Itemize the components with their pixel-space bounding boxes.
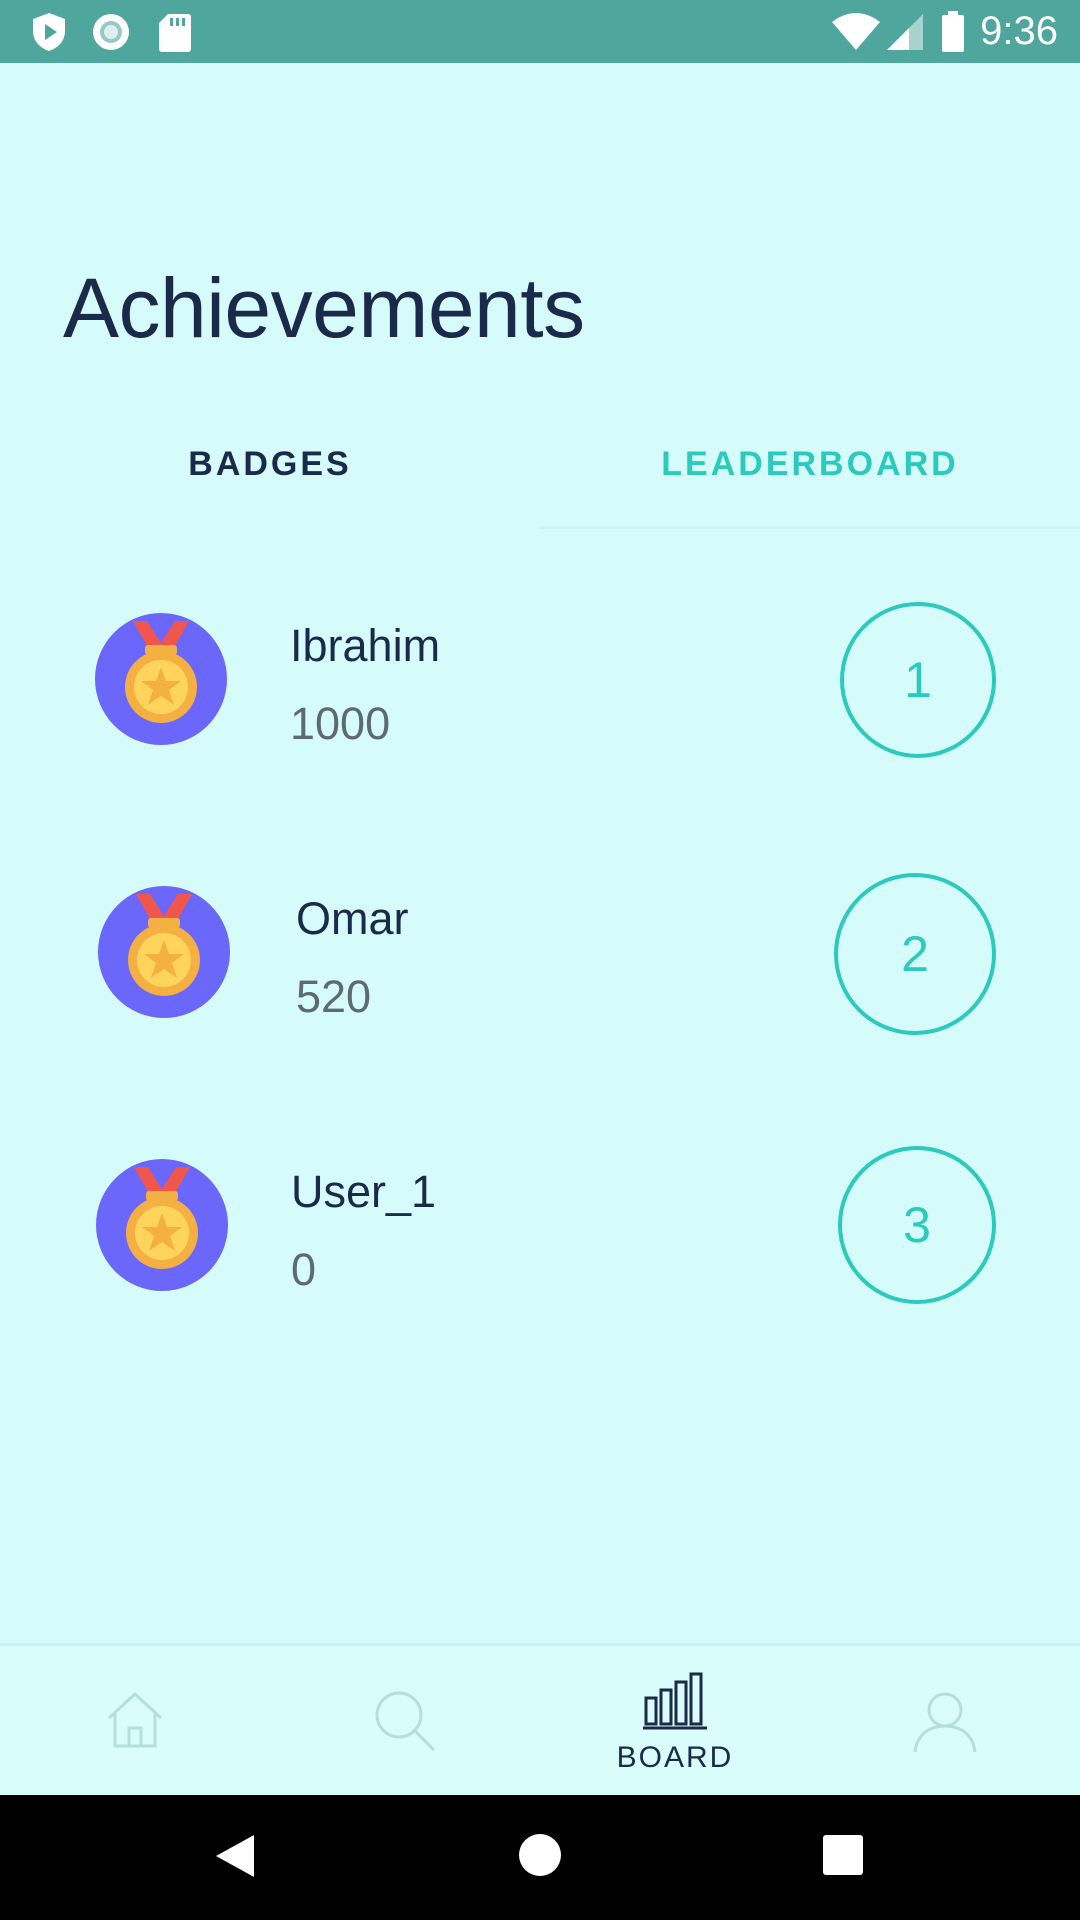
tab-active-indicator bbox=[540, 526, 1080, 529]
cell-signal-icon bbox=[884, 0, 926, 63]
wifi-icon bbox=[828, 0, 884, 63]
medal-icon bbox=[95, 613, 227, 745]
rank-badge: 3 bbox=[838, 1146, 996, 1304]
tab-badges[interactable]: BADGES bbox=[0, 445, 540, 484]
nav-board-label: BOARD bbox=[616, 1741, 734, 1774]
player-score: 1000 bbox=[290, 698, 391, 749]
nav-board[interactable]: BOARD bbox=[540, 1646, 810, 1796]
shield-play-icon bbox=[26, 0, 72, 63]
leaderboard-row[interactable]: Ibrahim 1000 1 bbox=[0, 600, 1080, 760]
player-name: Omar bbox=[296, 893, 409, 944]
nav-home[interactable] bbox=[0, 1646, 270, 1796]
rank-badge: 1 bbox=[840, 602, 996, 758]
nav-search[interactable] bbox=[270, 1646, 540, 1796]
player-name: User_1 bbox=[291, 1166, 437, 1217]
person-icon bbox=[912, 1690, 978, 1759]
home-circle-icon[interactable] bbox=[518, 1833, 562, 1882]
bottom-nav: BOARD bbox=[0, 1643, 1080, 1796]
search-icon bbox=[372, 1688, 438, 1759]
status-time: 9:36 bbox=[980, 9, 1058, 53]
home-icon bbox=[103, 1688, 167, 1755]
medal-icon bbox=[96, 1159, 228, 1291]
bar-chart-icon bbox=[643, 1670, 707, 1735]
player-score: 520 bbox=[296, 971, 372, 1022]
leaderboard-row[interactable]: Omar 520 2 bbox=[0, 873, 1080, 1035]
battery-icon bbox=[938, 0, 968, 63]
status-bar: 9:36 bbox=[0, 0, 1080, 63]
player-score: 0 bbox=[291, 1244, 317, 1295]
medal-icon bbox=[98, 886, 230, 1018]
nav-profile[interactable] bbox=[810, 1646, 1080, 1796]
player-name: Ibrahim bbox=[290, 620, 441, 671]
sd-card-icon bbox=[152, 0, 198, 63]
back-icon[interactable] bbox=[214, 1833, 256, 1884]
system-nav-bar bbox=[0, 1795, 1080, 1920]
tab-leaderboard[interactable]: LEADERBOARD bbox=[540, 445, 1080, 484]
record-icon bbox=[88, 0, 134, 63]
rank-badge: 2 bbox=[834, 873, 996, 1035]
page-title: Achievements bbox=[63, 261, 585, 355]
recents-icon[interactable] bbox=[823, 1835, 863, 1880]
leaderboard-row[interactable]: User_1 0 3 bbox=[0, 1146, 1080, 1306]
